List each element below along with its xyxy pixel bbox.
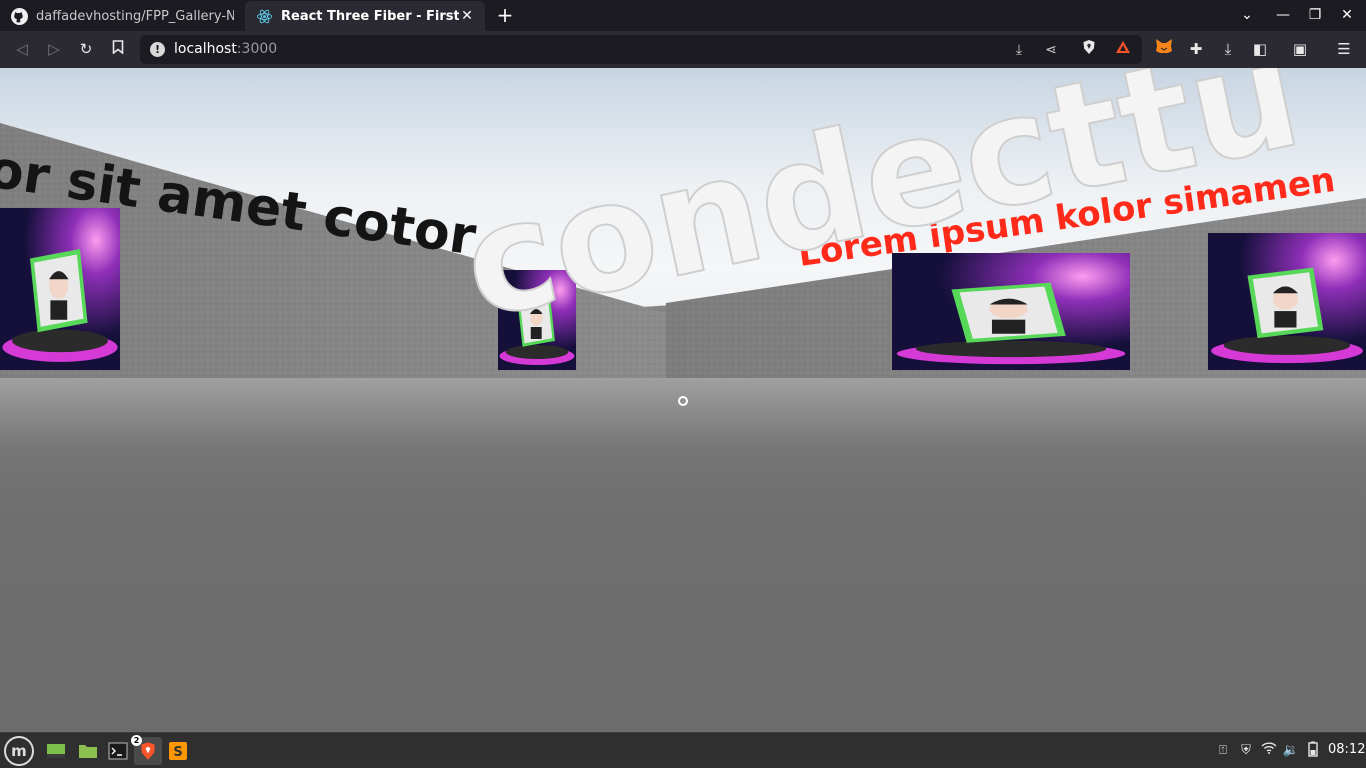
hamburger-menu-icon[interactable]: ☰ (1332, 38, 1356, 60)
window-count-badge: 2 (131, 735, 142, 746)
show-desktop-icon[interactable] (42, 737, 70, 765)
svg-text:S: S (173, 745, 182, 760)
sublime-text-icon[interactable]: S (164, 737, 192, 765)
tab-github[interactable]: daffadevhosting/FPP_Gallery-NFT (0, 1, 244, 31)
react-icon (255, 7, 273, 25)
tab-list-chevron-icon[interactable]: ⌄ (1234, 4, 1260, 26)
maximize-window-icon[interactable]: ❐ (1302, 4, 1328, 26)
address-bar[interactable]: ! localhost:3000 ⤓ ⋖ (140, 35, 1142, 64)
close-tab-icon[interactable]: ✕ (459, 8, 475, 24)
tab-react-three-fiber[interactable]: React Three Fiber - First Person ✕ (245, 1, 485, 31)
minimize-window-icon[interactable]: — (1270, 4, 1296, 26)
metamask-fox-icon[interactable] (1152, 38, 1176, 60)
tab-title: React Three Fiber - First Person (281, 8, 459, 24)
downloads-icon[interactable]: ⤓ (1216, 38, 1240, 60)
sidebar-toggle-icon[interactable]: ◧ (1248, 38, 1272, 60)
nft-artwork-left (0, 208, 121, 370)
volume-icon[interactable]: 🔉 (1282, 741, 1300, 761)
new-tab-plus-icon[interactable]: + (494, 4, 516, 26)
share-icon[interactable]: ⋖ (1040, 39, 1062, 61)
files-icon[interactable] (74, 737, 102, 765)
linux-mint-menu-icon[interactable]: m (4, 736, 34, 766)
terminal-icon[interactable] (104, 737, 132, 765)
close-window-icon[interactable]: ✕ (1334, 4, 1360, 26)
shield-security-icon[interactable]: ⛨ (1237, 741, 1255, 761)
forward-arrow-icon[interactable]: ▷ (42, 38, 66, 60)
nft-artwork-far-right (1208, 233, 1366, 370)
wallet-icon[interactable]: ▣ (1288, 38, 1312, 60)
brave-shields-icon[interactable] (1078, 39, 1100, 61)
nft-artwork-right (892, 253, 1130, 370)
battery-icon[interactable] (1304, 741, 1322, 761)
install-app-icon[interactable]: ⤓ (1008, 39, 1030, 61)
crosshair-cursor-icon (678, 396, 688, 406)
wifi-icon[interactable] (1260, 741, 1278, 761)
url-text: localhost:3000 (174, 41, 278, 57)
back-arrow-icon[interactable]: ◁ (10, 38, 34, 60)
system-clock[interactable]: 08:12 (1328, 742, 1365, 757)
brave-rewards-icon[interactable] (1112, 39, 1134, 61)
brave-browser-icon[interactable]: 2 (131, 735, 162, 765)
extensions-puzzle-icon[interactable]: ✚ (1184, 38, 1208, 60)
update-manager-icon[interactable]: ⍐ (1214, 741, 1232, 761)
tab-title: daffadevhosting/FPP_Gallery-NFT (36, 8, 234, 24)
github-icon (10, 7, 28, 25)
gallery-floor (0, 378, 1366, 732)
webgl-canvas[interactable]: or sit amet cotor Lorem ipsum kolor sima… (0, 68, 1366, 732)
bookmark-icon[interactable] (106, 38, 130, 60)
browser-tab-strip: daffadevhosting/FPP_Gallery-NFT React Th… (0, 0, 1366, 31)
desktop-taskbar: m 2 S ⍐ ⛨ 🔉 08:12 (0, 732, 1366, 768)
browser-toolbar: ◁ ▷ ↻ ! localhost:3000 ⤓ ⋖ ✚ ⤓ ◧ ▣ ☰ (0, 31, 1366, 68)
reload-icon[interactable]: ↻ (74, 38, 98, 60)
site-info-icon[interactable]: ! (150, 42, 165, 57)
